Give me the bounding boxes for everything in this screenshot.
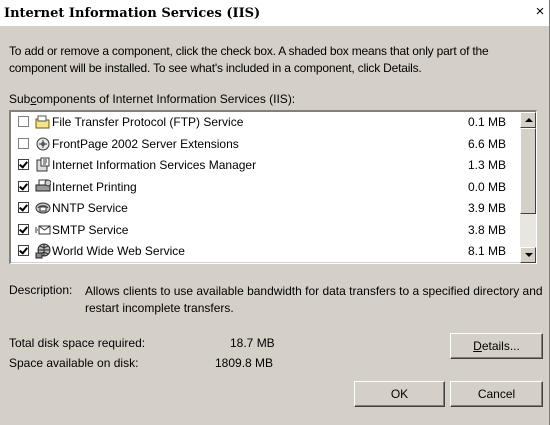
scroll-up-button[interactable] [520, 112, 536, 128]
description-text: Allows clients to use available bandwidt… [85, 284, 543, 315]
nntp-icon [35, 200, 51, 216]
subcomponents-list[interactable]: File Transfer Protocol (FTP) Service 0.1 … [9, 110, 537, 264]
details-label-access-key: D [473, 339, 482, 353]
component-checkbox[interactable] [18, 223, 29, 235]
component-size: 1.3 MB [468, 158, 507, 172]
iis-dialog: Internet Information Services (IIS) × To… [0, 0, 550, 425]
list-item[interactable]: World Wide Web Service 8.1 MB [11, 241, 519, 263]
subcomponents-rows: File Transfer Protocol (FTP) Service 0.1 … [11, 112, 519, 263]
description-label: Description: [9, 283, 73, 297]
component-name: World Wide Web Service [52, 244, 185, 258]
details-button[interactable]: Details... [450, 333, 543, 359]
disk-available-value: 1809.8 MB [215, 356, 274, 370]
instructions-text: To add or remove a component, click the … [9, 44, 489, 75]
window-title: Internet Information Services (IIS) [4, 6, 261, 21]
component-checkbox[interactable] [18, 180, 29, 192]
disk-available-label: Space available on disk: [9, 356, 139, 370]
list-item[interactable]: FrontPage 2002 Server Extensions 6.6 MB [11, 134, 519, 156]
component-checkbox[interactable] [18, 116, 29, 127]
component-size: 0.0 MB [468, 179, 507, 194]
component-size: 3.8 MB [468, 222, 507, 237]
www-globe-icon [35, 243, 51, 259]
printer-icon [35, 179, 51, 195]
smtp-envelope-icon [35, 222, 51, 238]
disk-required-label: Total disk space required: [9, 336, 146, 350]
component-name: File Transfer Protocol (FTP) Service [52, 115, 244, 129]
component-name: Internet Printing [52, 179, 137, 194]
list-item[interactable]: NNTP Service 3.9 MB [11, 198, 519, 220]
component-size: 6.6 MB [468, 136, 507, 151]
disk-required-value: 18.7 MB [230, 336, 275, 350]
list-scrollbar[interactable] [520, 112, 536, 263]
scroll-thumb[interactable] [520, 128, 536, 214]
component-name: SMTP Service [52, 222, 129, 237]
component-name: NNTP Service [52, 201, 128, 215]
list-item[interactable]: Internet Information Services Manager 1.3… [11, 155, 519, 177]
list-item[interactable]: SMTP Service 3.8 MB [11, 220, 519, 242]
ok-button[interactable]: OK [354, 381, 445, 407]
subcomponents-label-after: omponents of Internet Information Servic… [36, 92, 296, 106]
frontpage-icon [35, 136, 51, 152]
title-bar: Internet Information Services (IIS) × [0, 0, 549, 27]
component-checkbox[interactable] [18, 202, 29, 213]
scroll-down-icon [525, 253, 533, 257]
component-size: 3.9 MB [468, 201, 507, 215]
scroll-up-icon [525, 118, 533, 122]
component-checkbox[interactable] [18, 245, 29, 256]
component-size: 0.1 MB [468, 115, 507, 129]
component-size: 8.1 MB [468, 244, 507, 258]
component-checkbox[interactable] [18, 159, 29, 170]
close-icon[interactable]: × [533, 4, 547, 19]
list-item[interactable]: Internet Printing 0.0 MB [11, 177, 519, 199]
subcomponents-label: Subcomponents of Internet Information Se… [9, 92, 295, 106]
details-label-after: etails... [481, 339, 520, 353]
component-name: FrontPage 2002 Server Extensions [52, 136, 239, 151]
subcomponents-label-before: Sub [9, 92, 31, 106]
scroll-down-button[interactable] [520, 247, 536, 263]
iis-manager-icon [35, 157, 51, 173]
component-checkbox[interactable] [18, 137, 29, 149]
cancel-button[interactable]: Cancel [450, 381, 543, 407]
component-name: Internet Information Services Manager [52, 158, 257, 172]
ftp-folder-icon [35, 114, 51, 130]
list-item[interactable]: File Transfer Protocol (FTP) Service 0.1 … [11, 112, 519, 134]
